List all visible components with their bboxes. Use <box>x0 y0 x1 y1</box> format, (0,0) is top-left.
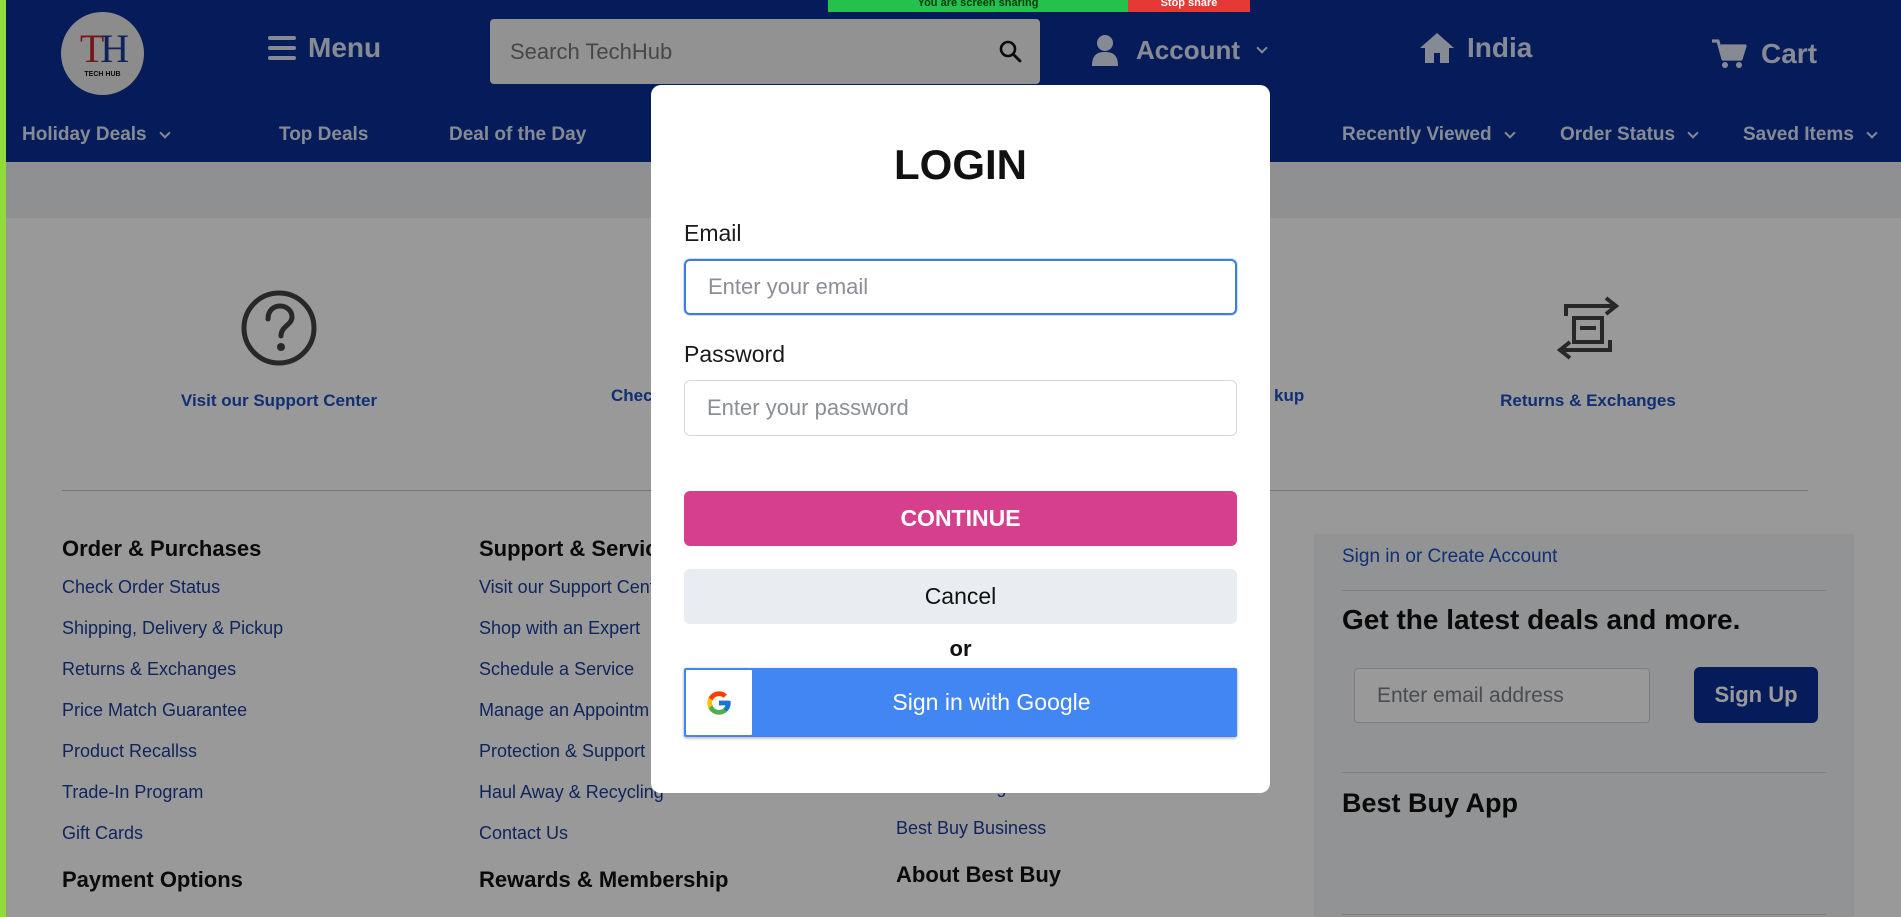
google-signin-label: Sign in with Google <box>892 689 1091 715</box>
cancel-button[interactable]: Cancel <box>684 569 1237 624</box>
google-logo-icon <box>686 670 752 735</box>
stop-share-button[interactable]: Stop share <box>1128 0 1250 12</box>
screen-share-message: You are screen sharing <box>828 0 1128 12</box>
password-field[interactable] <box>684 380 1237 436</box>
login-title: LOGIN <box>894 141 1027 188</box>
continue-button[interactable]: CONTINUE <box>684 491 1237 546</box>
password-label: Password <box>684 341 785 367</box>
or-separator: or <box>949 636 972 661</box>
google-signin-button[interactable]: Sign in with Google <box>684 668 1237 737</box>
screen-share-banner: You are screen sharing Stop share <box>828 0 1250 12</box>
email-label: Email <box>684 220 742 246</box>
login-modal: LOGIN Email Password CONTINUE Cancel or … <box>651 85 1270 793</box>
left-edge-bar <box>0 0 6 917</box>
email-field[interactable] <box>684 259 1237 315</box>
